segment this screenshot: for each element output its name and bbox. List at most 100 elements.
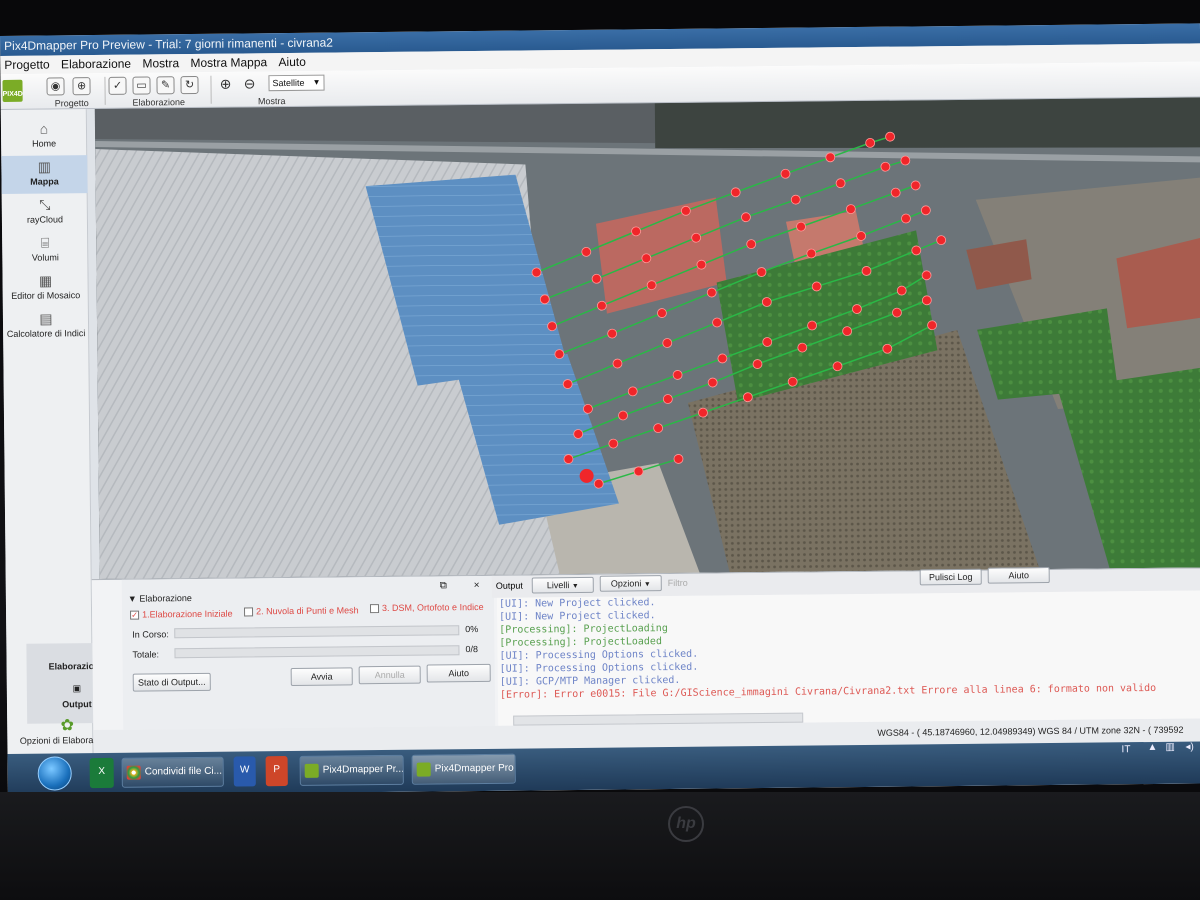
taskbar-item[interactable]: Condividi file Ci... <box>121 756 224 788</box>
flight-waypoint[interactable] <box>811 281 822 292</box>
step-initial-processing[interactable]: ✓ 1.Elaborazione Iniziale <box>130 609 233 620</box>
flight-waypoint[interactable] <box>741 212 751 223</box>
help-button[interactable]: Aiuto <box>426 663 491 683</box>
flight-waypoint[interactable] <box>531 267 542 278</box>
flight-waypoint[interactable] <box>807 320 817 331</box>
menu-aiuto[interactable]: Aiuto <box>274 53 310 71</box>
zoom-in-icon[interactable]: ⊕ <box>216 76 234 94</box>
flight-waypoint[interactable] <box>901 213 911 224</box>
flight-waypoint[interactable] <box>842 326 853 337</box>
flight-waypoint[interactable] <box>861 266 872 276</box>
flight-waypoint[interactable] <box>910 180 921 191</box>
flight-waypoint[interactable] <box>761 297 772 307</box>
levels-dropdown[interactable]: Livelli ▼ <box>531 576 594 594</box>
flight-waypoint[interactable] <box>672 370 683 380</box>
flight-waypoint[interactable] <box>631 226 641 237</box>
flight-waypoint[interactable] <box>890 187 901 198</box>
windows-start-icon[interactable] <box>37 756 72 791</box>
menu-mostra[interactable]: Mostra <box>138 54 183 72</box>
processing-header[interactable]: ▼ Elaborazione <box>128 593 192 604</box>
flight-waypoint[interactable] <box>790 194 801 205</box>
flight-waypoint[interactable] <box>583 403 593 414</box>
sidebar-item-home[interactable]: ⌂ Home <box>1 117 87 156</box>
sidebar-item-raycloud[interactable]: ⤡ rayCloud <box>2 193 88 232</box>
flight-waypoint[interactable] <box>662 338 673 348</box>
flight-waypoint[interactable] <box>657 308 667 318</box>
flight-waypoint[interactable] <box>698 407 708 418</box>
zoom-out-icon[interactable]: ⊖ <box>240 75 258 93</box>
flight-waypoint[interactable] <box>742 392 753 403</box>
flight-waypoint[interactable] <box>806 248 817 259</box>
flight-waypoint[interactable] <box>618 410 628 421</box>
flight-waypoint[interactable] <box>596 300 607 311</box>
camera-icon[interactable]: ◉ <box>46 77 65 96</box>
detach-icon[interactable]: ⧉ <box>440 580 447 591</box>
sidebar-item-index-calculator[interactable]: ▤ Calcolatore di Indici <box>3 307 89 346</box>
flight-waypoint[interactable] <box>706 287 717 298</box>
flight-waypoint[interactable] <box>712 317 722 328</box>
crosshair-icon[interactable]: ⊕ <box>72 77 91 96</box>
flight-waypoint[interactable] <box>936 235 947 246</box>
flight-waypoint[interactable] <box>547 321 557 332</box>
flight-waypoint[interactable] <box>921 270 932 281</box>
flight-waypoint[interactable] <box>680 205 691 216</box>
taskbar-item-active[interactable]: Pix4Dmapper Pro <box>411 753 516 785</box>
start-button[interactable]: Avvia <box>290 667 353 686</box>
output-status-button[interactable]: Stato di Output... <box>132 672 211 692</box>
flight-waypoint[interactable] <box>612 358 623 369</box>
flight-waypoint[interactable] <box>921 295 932 306</box>
flight-waypoint[interactable] <box>880 161 891 172</box>
flight-waypoint[interactable] <box>707 377 718 388</box>
flight-waypoint[interactable] <box>554 349 565 360</box>
flight-waypoint[interactable] <box>852 304 862 314</box>
flight-waypoint[interactable] <box>896 285 907 296</box>
sidebar-item-mosaic-editor[interactable]: ▦ Editor di Mosaico <box>2 269 88 308</box>
flight-waypoint[interactable] <box>607 328 618 339</box>
flight-waypoint[interactable] <box>563 454 574 464</box>
flight-waypoint[interactable] <box>653 423 664 434</box>
flight-waypoint[interactable] <box>641 253 652 264</box>
flight-waypoint[interactable] <box>646 280 657 291</box>
word-icon[interactable]: W <box>233 756 256 787</box>
flight-waypoint[interactable] <box>845 204 856 214</box>
filter-input[interactable]: Filtro <box>668 578 688 588</box>
flight-waypoint[interactable] <box>627 386 638 397</box>
flight-waypoint[interactable] <box>882 343 893 354</box>
flight-waypoint[interactable] <box>562 379 573 389</box>
open-folder-icon[interactable]: ▭ <box>132 76 151 95</box>
cancel-button[interactable]: Annulla <box>358 665 421 685</box>
flight-waypoint[interactable] <box>608 438 619 449</box>
flight-waypoint[interactable] <box>717 353 728 364</box>
flight-waypoint[interactable] <box>746 239 757 250</box>
flight-waypoint[interactable] <box>581 246 592 257</box>
flight-waypoint[interactable] <box>730 187 741 198</box>
output-help-button[interactable]: Aiuto <box>987 567 1050 584</box>
flight-waypoint[interactable] <box>662 394 673 404</box>
excel-icon[interactable]: X <box>89 757 114 789</box>
powerpoint-icon[interactable]: P <box>265 756 288 787</box>
flight-waypoint[interactable] <box>752 359 763 369</box>
basemap-select[interactable]: Satellite ▼ <box>268 74 325 92</box>
taskbar-item[interactable]: Pix4Dmapper Pr... <box>299 754 404 786</box>
flight-waypoint[interactable] <box>787 376 798 387</box>
flight-waypoint[interactable] <box>856 231 867 241</box>
flight-waypoint[interactable] <box>593 478 604 489</box>
log-scrollbar[interactable] <box>513 712 804 726</box>
output-log[interactable]: [UI]: New Project clicked. [UI]: New Proj… <box>496 590 1200 726</box>
flight-waypoint[interactable] <box>797 342 808 353</box>
menu-mostra-mappa[interactable]: Mostra Mappa <box>186 53 271 72</box>
arrow-up-icon[interactable]: ▲ <box>1147 742 1157 753</box>
flight-waypoint[interactable] <box>696 259 707 270</box>
flight-waypoint[interactable] <box>825 152 836 163</box>
flight-waypoint[interactable] <box>920 205 931 216</box>
flight-waypoint[interactable] <box>900 155 911 166</box>
flight-waypoint[interactable] <box>633 466 644 477</box>
step-checkbox[interactable] <box>243 607 254 617</box>
flight-waypoint[interactable] <box>573 429 584 439</box>
options-dropdown[interactable]: Opzioni ▼ <box>599 575 662 592</box>
flight-waypoint[interactable] <box>835 178 846 189</box>
flight-waypoint[interactable] <box>591 273 602 284</box>
step-point-cloud[interactable]: 2. Nuvola di Punti e Mesh <box>243 605 359 617</box>
flight-waypoint[interactable] <box>885 131 896 142</box>
flight-waypoint[interactable] <box>832 361 843 372</box>
